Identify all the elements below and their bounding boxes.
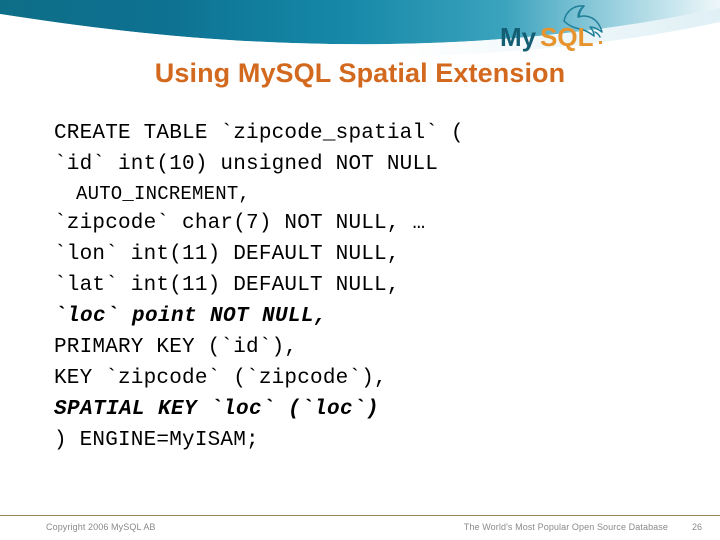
code-line: AUTO_INCREMENT, bbox=[76, 183, 251, 205]
code-line-highlight: SPATIAL KEY `loc` (`loc`) bbox=[54, 398, 380, 421]
footer-copyright: Copyright 2006 MySQL AB bbox=[46, 522, 156, 532]
code-line: CREATE TABLE `zipcode_spatial` ( bbox=[54, 122, 464, 145]
code-line: PRIMARY KEY (`id`), bbox=[54, 336, 298, 359]
code-line: `id` int(10) unsigned NOT NULL bbox=[54, 153, 439, 176]
code-line: `lat` int(11) DEFAULT NULL, bbox=[54, 274, 400, 297]
code-line: `lon` int(11) DEFAULT NULL, bbox=[54, 243, 400, 266]
footer-divider bbox=[0, 515, 720, 516]
logo-text-my: My bbox=[500, 22, 537, 52]
footer-page-number: 26 bbox=[691, 522, 702, 532]
code-line-highlight: `loc` point NOT NULL, bbox=[54, 305, 328, 328]
logo-text-sql: SQL bbox=[540, 22, 594, 52]
code-line: ) ENGINE=MyISAM; bbox=[54, 429, 259, 452]
code-line: KEY `zipcode` (`zipcode`), bbox=[54, 367, 387, 390]
page-title: Using MySQL Spatial Extension bbox=[154, 58, 566, 88]
sql-code-block: CREATE TABLE `zipcode_spatial` ( `id` in… bbox=[54, 118, 678, 456]
footer: Copyright 2006 MySQL AB The World's Most… bbox=[0, 519, 720, 540]
logo-trademark-dot bbox=[599, 41, 602, 44]
mysql-logo: My SQL bbox=[498, 4, 618, 52]
code-line: `zipcode` char(7) NOT NULL, … bbox=[54, 212, 426, 235]
footer-tagline: The World's Most Popular Open Source Dat… bbox=[463, 522, 668, 532]
